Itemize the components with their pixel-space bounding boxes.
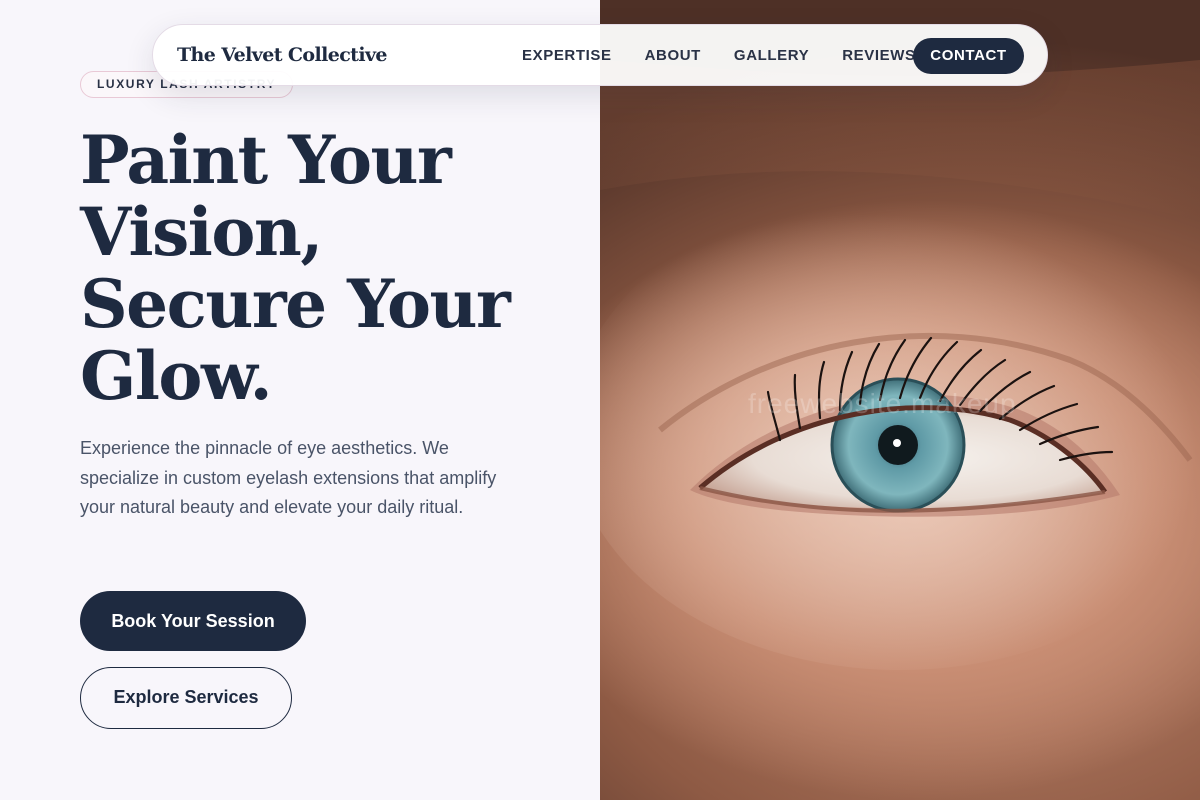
hero-headline: Paint Your Vision, Secure Your Glow. bbox=[80, 124, 580, 412]
headline-line-3: Secure Your bbox=[80, 265, 511, 343]
headline-line-2: Vision, bbox=[80, 193, 323, 271]
photo-watermark: freewebsite.makeup bbox=[748, 388, 1017, 419]
headline-line-4: Glow. bbox=[80, 337, 273, 415]
brand-logo[interactable]: The Velvet Collective bbox=[177, 25, 387, 85]
book-session-button[interactable]: Book Your Session bbox=[80, 591, 306, 651]
hero-eye-photo: freewebsite.makeup bbox=[600, 0, 1200, 800]
nav-link-reviews[interactable]: REVIEWS bbox=[842, 47, 915, 64]
nav-link-expertise[interactable]: EXPERTISE bbox=[522, 47, 612, 64]
headline-line-1: Paint Your bbox=[80, 121, 452, 199]
hero-description: Experience the pinnacle of eye aesthetic… bbox=[80, 438, 497, 517]
top-navigation: The Velvet Collective EXPERTISE ABOUT GA… bbox=[152, 24, 1048, 86]
nav-link-gallery[interactable]: GALLERY bbox=[734, 47, 809, 64]
explore-services-button[interactable]: Explore Services bbox=[80, 667, 292, 729]
contact-button[interactable]: CONTACT bbox=[913, 38, 1024, 74]
nav-links: EXPERTISE ABOUT GALLERY REVIEWS bbox=[522, 25, 949, 85]
hero-text-panel: LUXURY LASH ARTISTRY Paint Your Vision, … bbox=[0, 0, 600, 800]
nav-link-about[interactable]: ABOUT bbox=[645, 47, 701, 64]
